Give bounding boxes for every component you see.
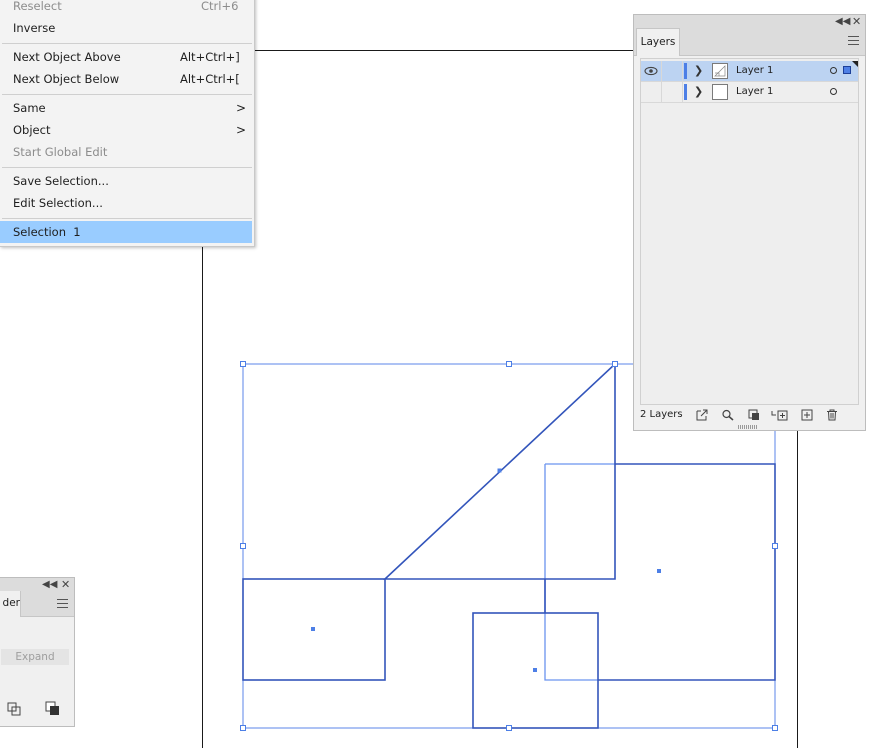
current-layer-indicator-icon [852, 61, 858, 67]
menu-item-inverse[interactable]: Inverse [0, 17, 252, 39]
handle-bottom-center[interactable] [506, 725, 512, 731]
trash-icon[interactable] [825, 409, 839, 421]
panel-menu-icon[interactable] [848, 36, 859, 45]
layers-list: ❯ Layer 1 ❯ Layer 1 [640, 58, 859, 405]
lock-toggle[interactable] [662, 82, 683, 102]
lock-toggle[interactable] [662, 61, 683, 81]
center-point-left-rect [311, 627, 315, 631]
tab-pathfinder[interactable]: der [0, 591, 21, 617]
menu-item-shortcut: Alt+Ctrl+] [180, 50, 240, 64]
handle-top-left[interactable] [240, 361, 246, 367]
menu-item-label: Object [13, 123, 51, 137]
menu-item-same[interactable]: Same > [0, 97, 252, 119]
target-circle-icon[interactable] [830, 88, 837, 95]
eye-icon [644, 66, 658, 76]
menu-item-label: Start Global Edit [13, 145, 108, 159]
double-chevron-left-icon[interactable]: ◀◀ [835, 15, 850, 28]
chevron-right-icon[interactable]: ❯ [694, 61, 703, 81]
menu-item-label: Save Selection... [13, 174, 109, 188]
double-chevron-left-icon[interactable]: ◀◀ [42, 578, 57, 591]
close-icon[interactable]: ✕ [61, 578, 70, 591]
center-point-right-rect [657, 569, 661, 573]
layer-name[interactable]: Layer 1 [736, 82, 773, 102]
menu-separator [2, 94, 252, 95]
target-circle-icon[interactable] [830, 67, 837, 74]
submenu-arrow-icon: > [236, 101, 247, 115]
menu-item-label: Inverse [13, 21, 56, 35]
layer-row[interactable]: ❯ Layer 1 [641, 61, 858, 82]
layer-color-bar [684, 84, 687, 100]
chevron-right-icon[interactable]: ❯ [694, 82, 703, 102]
menu-item-save-selection[interactable]: Save Selection... [0, 170, 252, 192]
handle-bottom-left[interactable] [240, 725, 246, 731]
handle-top-center[interactable] [506, 361, 512, 367]
center-point-triangle [497, 468, 502, 473]
new-sublayer-icon[interactable] [771, 409, 789, 421]
handle-top-right[interactable] [612, 361, 618, 367]
minus-back-icon[interactable] [45, 701, 60, 716]
submenu-arrow-icon: > [236, 123, 247, 137]
pathfinder-panel: ◀◀ ✕ der Expand [0, 577, 75, 727]
menu-item-start-global-edit[interactable]: Start Global Edit [0, 141, 252, 163]
menu-separator [2, 218, 252, 219]
resize-grip[interactable] [738, 425, 758, 429]
layer-thumbnail [712, 63, 728, 79]
panel-title-bar[interactable]: ◀◀ ✕ [0, 578, 74, 591]
menu-item-object[interactable]: Object > [0, 119, 252, 141]
layer-color-bar [684, 63, 687, 79]
clipping-mask-icon[interactable] [747, 409, 761, 421]
menu-item-label: Next Object Above [13, 50, 121, 64]
layer-name[interactable]: Layer 1 [736, 61, 773, 81]
menu-separator [2, 43, 252, 44]
handle-bottom-right[interactable] [772, 725, 778, 731]
selection-indicator-icon[interactable] [843, 66, 851, 74]
layers-panel: ◀◀ ✕ Layers ❯ Layer 1 ❯ Layer 1 2 Layers [633, 14, 866, 431]
new-layer-icon[interactable] [800, 409, 814, 421]
menu-item-shortcut: Ctrl+6 [201, 0, 239, 13]
divide-icon[interactable] [7, 702, 21, 716]
menu-separator [2, 167, 252, 168]
tab-layers[interactable]: Layers [636, 28, 680, 56]
menu-item-label: Edit Selection... [13, 196, 103, 210]
visibility-toggle[interactable] [641, 61, 662, 81]
search-icon[interactable] [721, 409, 735, 421]
panel-title-bar[interactable]: ◀◀ ✕ [634, 15, 865, 28]
export-icon[interactable] [695, 409, 709, 421]
layer-row[interactable]: ❯ Layer 1 [641, 82, 858, 103]
right-rectangle-shape[interactable] [598, 463, 776, 681]
close-icon[interactable]: ✕ [852, 15, 861, 28]
handle-middle-left[interactable] [240, 543, 246, 549]
expand-button[interactable]: Expand [1, 649, 69, 665]
panel-menu-icon[interactable] [57, 599, 68, 608]
layer-count: 2 Layers [640, 409, 683, 420]
light-square-shape[interactable] [544, 463, 615, 681]
handle-middle-right[interactable] [772, 543, 778, 549]
visibility-toggle[interactable] [641, 82, 662, 102]
layers-panel-footer: 2 Layers [634, 406, 865, 424]
menu-item-edit-selection[interactable]: Edit Selection... [0, 192, 252, 214]
select-menu: Reselect Ctrl+6 Inverse Next Object Abov… [0, 0, 255, 247]
menu-item-shortcut: Alt+Ctrl+[ [180, 72, 240, 86]
menu-item-label: Next Object Below [13, 72, 120, 86]
center-point-bottom-square [533, 668, 537, 672]
menu-item-next-object-above[interactable]: Next Object Above Alt+Ctrl+] [0, 46, 252, 68]
menu-item-reselect[interactable]: Reselect Ctrl+6 [0, 0, 252, 17]
menu-item-label: Same [13, 101, 46, 115]
menu-item-next-object-below[interactable]: Next Object Below Alt+Ctrl+[ [0, 68, 252, 90]
menu-item-label: Selection 1 [13, 225, 81, 239]
menu-item-selection-1[interactable]: Selection 1 [0, 221, 252, 243]
menu-item-label: Reselect [13, 0, 62, 13]
layer-thumbnail [712, 84, 728, 100]
